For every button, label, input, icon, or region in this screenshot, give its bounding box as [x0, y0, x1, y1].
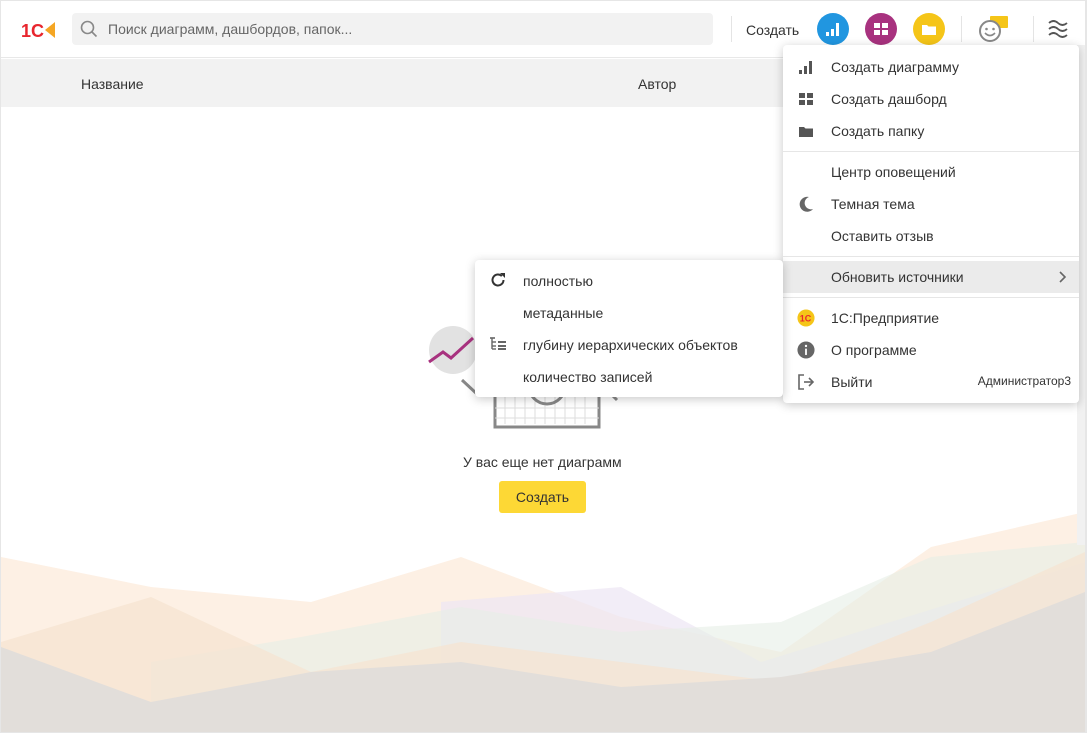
submenu-item-full[interactable]: полностью: [475, 264, 783, 296]
search-box[interactable]: [72, 13, 713, 45]
separator: [961, 16, 962, 42]
submenu-item-hierarchy-depth[interactable]: глубину иерархических объектов: [475, 328, 783, 360]
current-user: Администратор3: [977, 374, 1071, 388]
separator: [731, 16, 732, 42]
separator: [1033, 16, 1034, 42]
menu-label: Темная тема: [831, 196, 915, 212]
empty-state-text: У вас еще нет диаграмм: [463, 454, 622, 470]
menu-item-dark-theme[interactable]: Темная тема: [783, 188, 1079, 220]
menu-label: Создать папку: [831, 123, 925, 139]
submenu-item-record-count[interactable]: количество записей: [475, 360, 783, 392]
feedback-smile-icon[interactable]: [976, 15, 1010, 45]
search-icon: [80, 20, 98, 38]
app-window: 1C Создать: [1, 1, 1085, 732]
menu-label: Выйти: [831, 374, 873, 390]
menu-label: Оставить отзыв: [831, 228, 934, 244]
menu-item-create-folder[interactable]: Создать папку: [783, 115, 1079, 147]
hierarchy-icon: [489, 335, 507, 353]
background-mountains: [1, 512, 1085, 732]
create-folder-button[interactable]: [913, 13, 945, 45]
menu-label: О программе: [831, 342, 917, 358]
column-author[interactable]: Автор: [638, 76, 676, 92]
menu-item-create-dashboard[interactable]: Создать дашборд: [783, 83, 1079, 115]
menu-label: Обновить источники: [831, 269, 964, 285]
menu-item-feedback[interactable]: Оставить отзыв: [783, 220, 1079, 252]
menu-item-enterprise[interactable]: 1С 1С:Предприятие: [783, 302, 1079, 334]
menu-label: Создать диаграмму: [831, 59, 959, 75]
info-icon: [797, 341, 815, 359]
create-chart-button[interactable]: [817, 13, 849, 45]
bar-chart-icon: [826, 23, 839, 36]
folder-icon: [922, 24, 936, 35]
main-menu-popup: Создать диаграмму Создать дашборд Создат…: [783, 45, 1079, 403]
bar-chart-icon: [797, 58, 815, 76]
menu-waves-icon[interactable]: [1047, 18, 1069, 40]
submenu-item-metadata[interactable]: метаданные: [475, 296, 783, 328]
menu-divider: [783, 297, 1079, 298]
menu-item-logout[interactable]: Выйти Администратор3: [783, 366, 1079, 398]
svg-text:1С: 1С: [800, 314, 812, 324]
create-label[interactable]: Создать: [746, 22, 799, 38]
column-name[interactable]: Название: [81, 76, 144, 92]
menu-item-about[interactable]: О программе: [783, 334, 1079, 366]
menu-divider: [783, 151, 1079, 152]
logout-icon: [797, 373, 815, 391]
menu-item-notification-center[interactable]: Центр оповещений: [783, 156, 1079, 188]
svg-text:1C: 1C: [21, 21, 44, 41]
chevron-right-icon: [1059, 271, 1067, 283]
submenu-label: количество записей: [523, 369, 653, 385]
folder-icon: [797, 122, 815, 140]
refresh-sources-submenu: полностью метаданные глубину иерархическ…: [475, 260, 783, 397]
submenu-label: глубину иерархических объектов: [523, 337, 738, 353]
dashboard-icon: [797, 90, 815, 108]
menu-item-refresh-sources[interactable]: Обновить источники: [783, 261, 1079, 293]
search-input[interactable]: [108, 13, 698, 45]
dashboard-icon: [874, 23, 888, 35]
submenu-label: полностью: [523, 273, 593, 289]
submenu-label: метаданные: [523, 305, 604, 321]
refresh-icon: [489, 271, 507, 289]
menu-label: Создать дашборд: [831, 91, 947, 107]
1c-logo-icon: 1С: [797, 309, 815, 327]
menu-label: Центр оповещений: [831, 164, 956, 180]
menu-item-create-chart[interactable]: Создать диаграмму: [783, 51, 1079, 83]
logo-1c[interactable]: 1C: [15, 11, 57, 49]
create-dashboard-button[interactable]: [865, 13, 897, 45]
menu-divider: [783, 256, 1079, 257]
moon-icon: [797, 195, 815, 213]
empty-create-button[interactable]: Создать: [499, 481, 586, 513]
menu-label: 1С:Предприятие: [831, 310, 940, 326]
